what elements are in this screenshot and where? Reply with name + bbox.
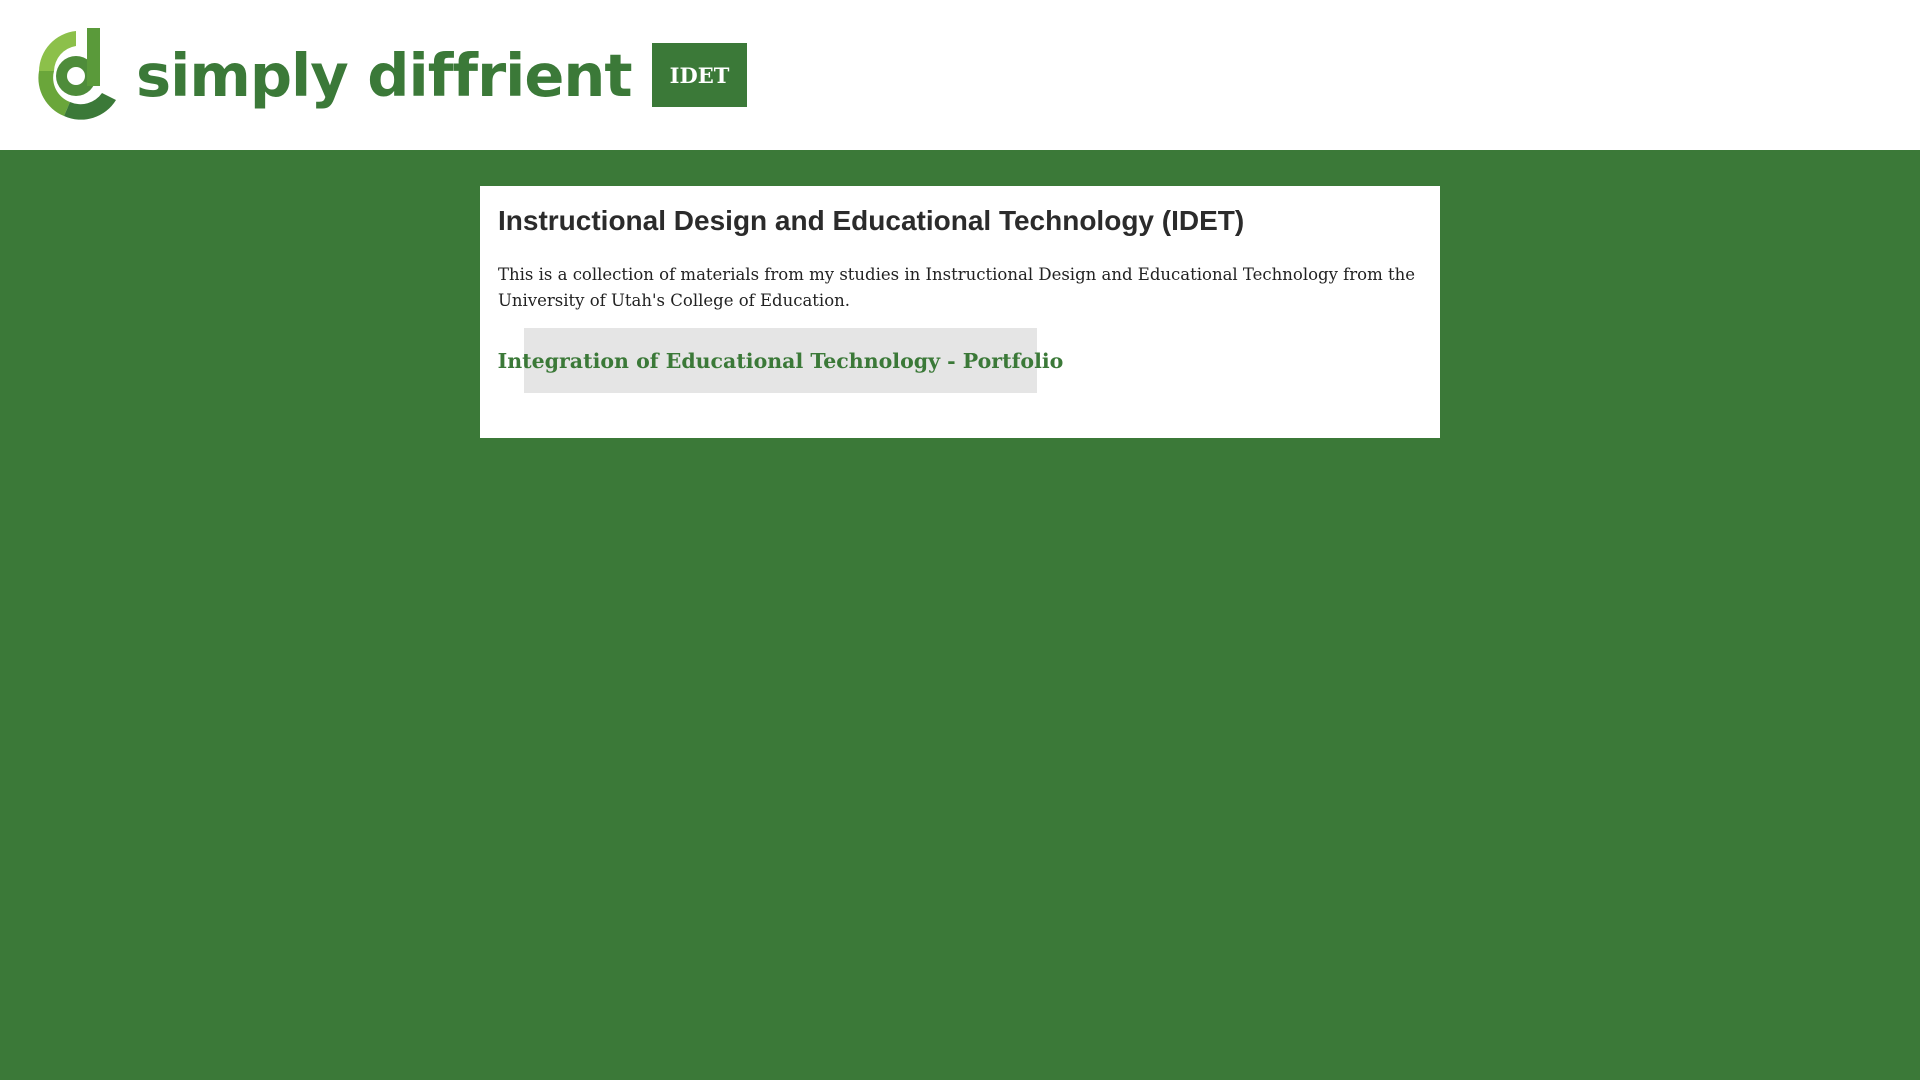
brand-name: simply diffrient	[136, 40, 633, 110]
portfolio-link-button[interactable]: Integration of Educational Technology - …	[498, 328, 1063, 393]
site-header: simply diffrient IDET	[0, 0, 1920, 150]
page-description: This is a collection of materials from m…	[498, 265, 1416, 310]
d-letter-ring-logo-icon	[38, 28, 116, 120]
page-title: Instructional Design and Educational Tec…	[498, 205, 1245, 236]
site-logo[interactable]: simply diffrient	[34, 26, 633, 122]
content-card: Instructional Design and Educational Tec…	[480, 186, 1440, 438]
nav-idet-button[interactable]: IDET	[652, 43, 747, 107]
